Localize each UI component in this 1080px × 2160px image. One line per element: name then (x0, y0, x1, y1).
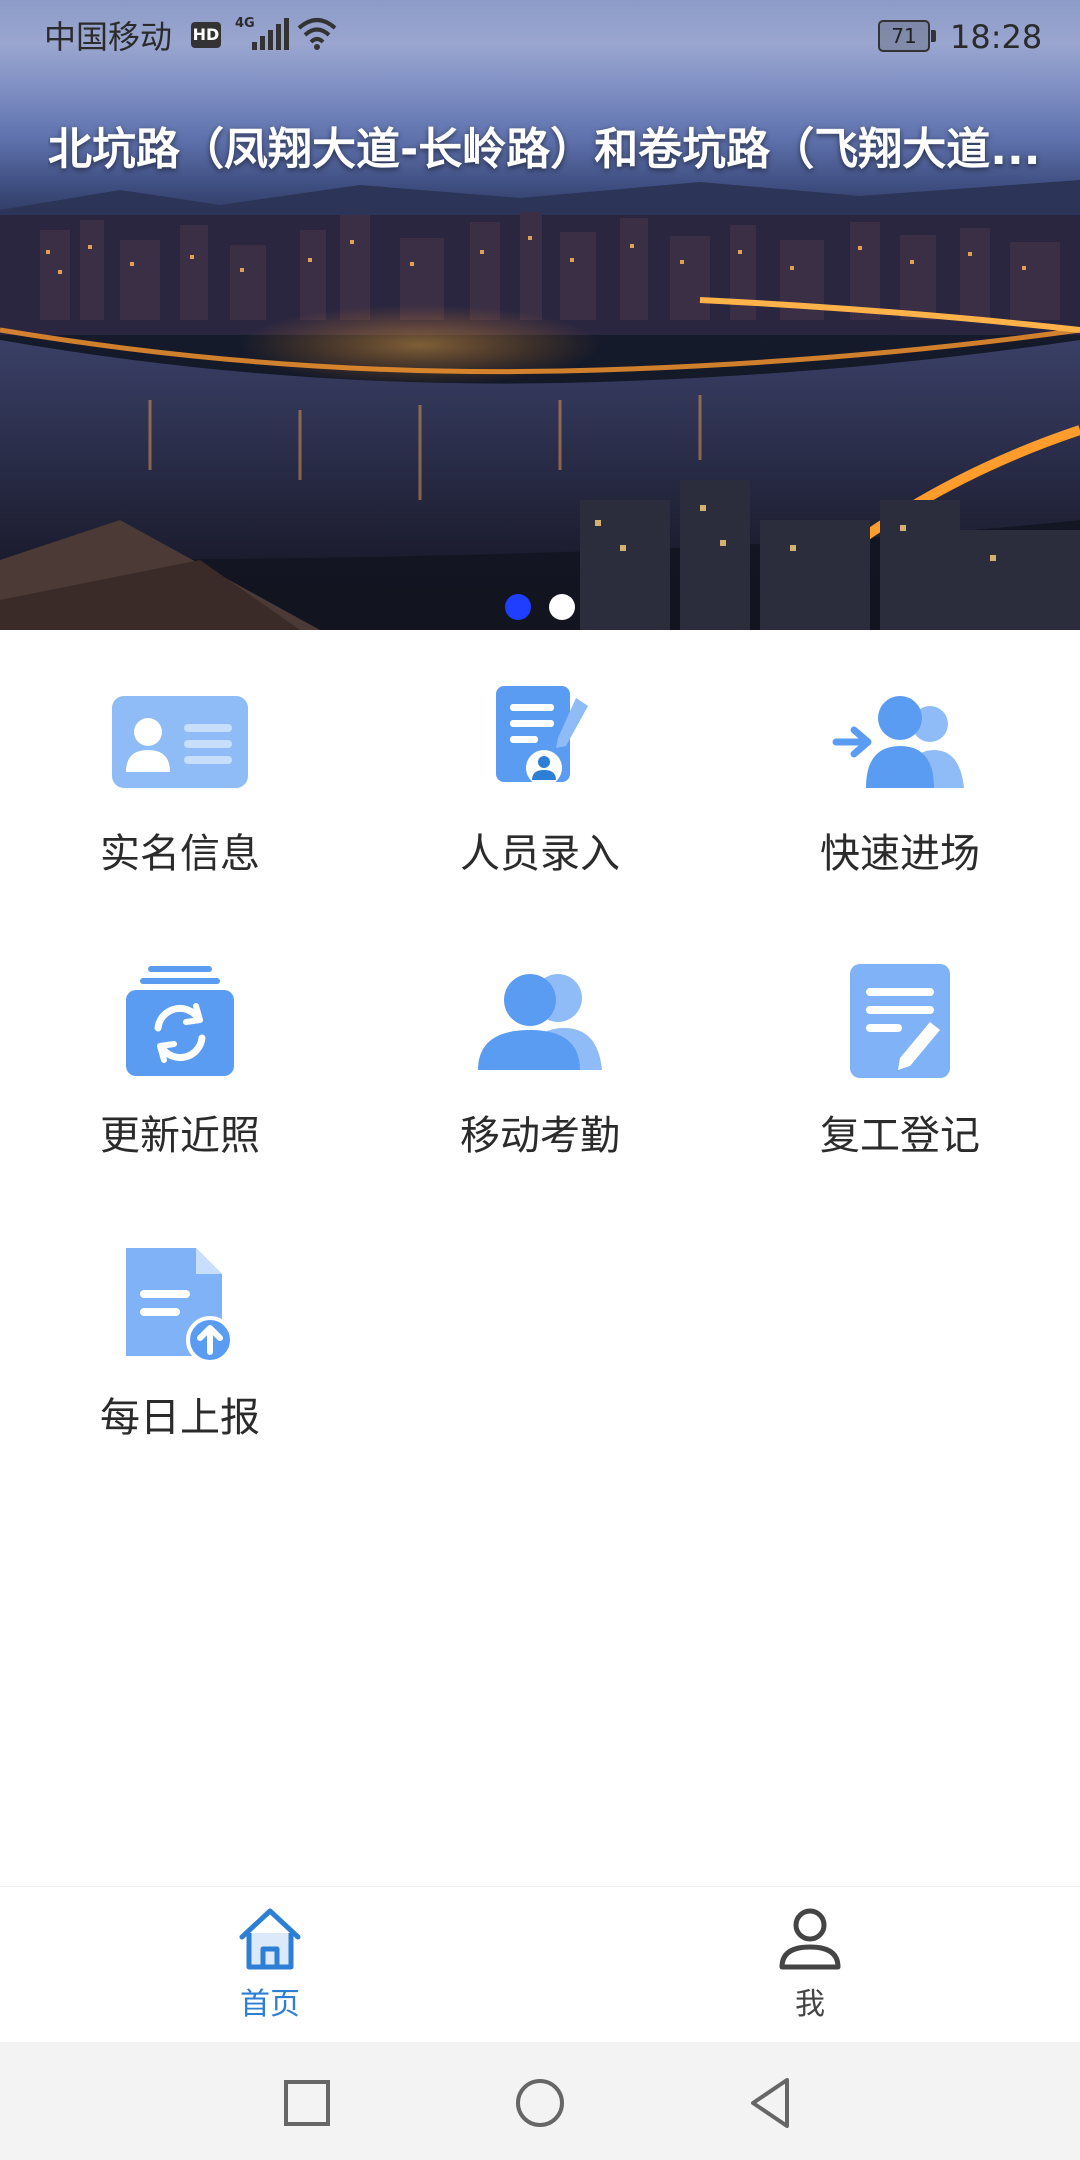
feature-label: 实名信息 (100, 831, 260, 877)
tab-home[interactable]: 首页 (0, 1887, 540, 2043)
user-profile-icon (779, 1908, 841, 1970)
app-screen: 北坑路（凤翔大道-长岭路）和卷坑路（飞翔大道... 中国移动 HD 4G 71 … (0, 0, 1080, 2160)
feature-update-photo[interactable]: 更新近照 (0, 912, 360, 1194)
signal-icon (252, 18, 289, 50)
home-nav-icon[interactable] (505, 2068, 575, 2138)
carousel-dot[interactable] (549, 594, 575, 620)
carousel-dot-active[interactable] (505, 594, 531, 620)
recent-apps-icon[interactable] (272, 2068, 342, 2138)
feature-daily-report[interactable]: 每日上报 (0, 1194, 360, 1476)
battery-level: 71 (878, 20, 930, 52)
feature-personnel-entry[interactable]: 人员录入 (360, 630, 720, 912)
wifi-icon (297, 18, 337, 50)
carousel-indicator (0, 594, 1080, 622)
city-night-photo (0, 180, 1080, 630)
document-edit-icon (496, 686, 588, 786)
file-upload-icon (126, 1248, 234, 1364)
feature-label: 人员录入 (460, 831, 620, 877)
tab-home-label: 首页 (240, 1987, 300, 2022)
feature-real-name-info[interactable]: 实名信息 (0, 630, 360, 912)
status-bar: 中国移动 HD 4G 71 18:28 (0, 0, 1080, 76)
feature-quick-entry[interactable]: 快速进场 (720, 630, 1080, 912)
feature-label: 每日上报 (100, 1395, 260, 1441)
group-enter-icon (832, 696, 964, 788)
banner-title[interactable]: 北坑路（凤翔大道-长岭路）和卷坑路（飞翔大道... (48, 118, 1048, 182)
tab-me[interactable]: 我 (540, 1887, 1080, 2043)
feature-mobile-attendance[interactable]: 移动考勤 (360, 912, 720, 1194)
form-pen-icon (850, 964, 950, 1078)
hero-banner[interactable]: 北坑路（凤翔大道-长岭路）和卷坑路（飞翔大道... (0, 0, 1080, 630)
feature-label: 更新近照 (100, 1113, 260, 1159)
users-icon (478, 974, 602, 1070)
photo-refresh-icon (126, 966, 234, 1076)
status-time: 18:28 (950, 18, 1043, 56)
tab-me-label: 我 (795, 1987, 825, 2022)
hd-badge: HD (191, 22, 221, 48)
feature-resumption-registration[interactable]: 复工登记 (720, 912, 1080, 1194)
battery-icon: 71 (878, 20, 936, 52)
back-nav-icon[interactable] (735, 2068, 805, 2138)
home-icon (239, 1908, 301, 1970)
feature-label: 移动考勤 (460, 1113, 620, 1159)
bottom-tab-bar: 首页 我 (0, 1886, 1080, 2042)
carrier-name: 中国移动 (44, 18, 173, 56)
feature-label: 复工登记 (820, 1113, 980, 1159)
id-card-icon (112, 696, 248, 788)
system-nav-bar (0, 2042, 1080, 2160)
feature-label: 快速进场 (820, 831, 980, 877)
